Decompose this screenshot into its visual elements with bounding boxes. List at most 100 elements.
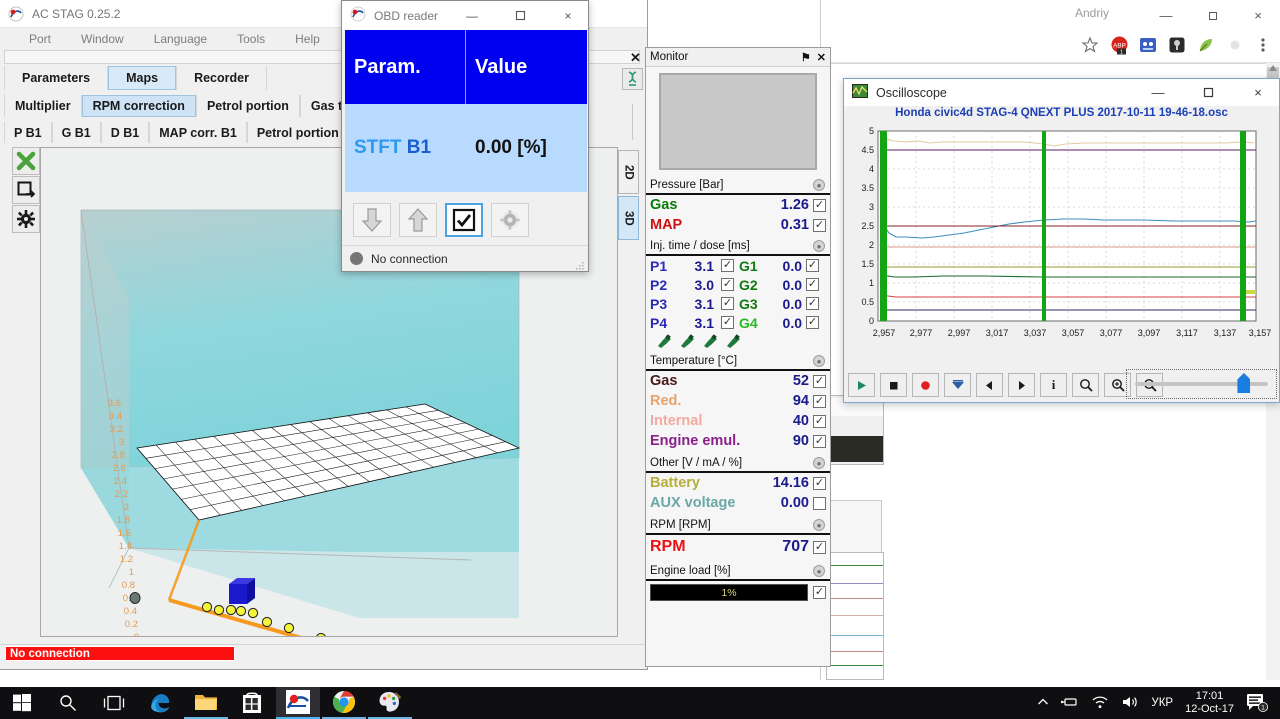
- tab-3d-view[interactable]: 3D: [618, 196, 639, 240]
- petrol-checkbox[interactable]: ✓: [721, 297, 734, 310]
- row-battery[interactable]: Battery 14.16 ✓: [646, 473, 830, 493]
- selected-cell-cursor[interactable]: [229, 578, 255, 604]
- oscilloscope-close-button[interactable]: ×: [1237, 79, 1279, 106]
- row-checkbox[interactable]: ✓: [813, 374, 826, 388]
- obd-confirm-button[interactable]: [445, 202, 483, 237]
- select-area-icon[interactable]: [12, 176, 40, 204]
- oscilloscope-minimize-button[interactable]: —: [1137, 79, 1179, 106]
- step-back-button[interactable]: [976, 373, 1003, 397]
- menu-port[interactable]: Port: [14, 30, 66, 48]
- tab-petrol-portion[interactable]: Petrol portion: [195, 95, 300, 117]
- bell-icon[interactable]: ●: [813, 355, 825, 367]
- inj-row-4[interactable]: P4 3.1 ✓ G4 0.0 ✓: [650, 313, 826, 332]
- show-hidden-icons-button[interactable]: [1037, 696, 1049, 710]
- row-checkbox[interactable]: ✓: [813, 218, 826, 232]
- engine-load-checkbox[interactable]: ✓: [813, 586, 826, 599]
- dna-icon[interactable]: [622, 68, 643, 90]
- tab-multiplier[interactable]: Multiplier: [4, 95, 82, 117]
- wifi-icon[interactable]: [1091, 695, 1109, 712]
- row-aux-voltage[interactable]: AUX voltage 0.00: [646, 493, 830, 513]
- obd-reader-dialog[interactable]: OBD reader — × Param. Value STFT B1 0.00…: [341, 0, 589, 272]
- cursor-band-left[interactable]: [880, 131, 887, 321]
- explorer-button[interactable]: [184, 687, 228, 719]
- map-tool-column[interactable]: [12, 147, 40, 234]
- translate-extension-icon[interactable]: [1139, 36, 1159, 56]
- slider-track[interactable]: [1135, 373, 1268, 393]
- edge-button[interactable]: [138, 687, 182, 719]
- obd-settings-button[interactable]: [491, 202, 529, 237]
- row-checkbox[interactable]: ✓: [813, 414, 826, 428]
- view-mode-tabs[interactable]: 2D 3D: [618, 150, 640, 242]
- pin-icon[interactable]: ⚑: [801, 51, 811, 64]
- inj-row-2[interactable]: P2 3.0 ✓ G2 0.0 ✓: [650, 275, 826, 294]
- paint-button[interactable]: [368, 687, 412, 719]
- volume-icon[interactable]: [1121, 695, 1139, 712]
- menu-language[interactable]: Language: [139, 30, 222, 48]
- save-down-button[interactable]: [944, 373, 971, 397]
- obd-maximize-button[interactable]: [500, 1, 540, 30]
- tab-map-corr-b1[interactable]: MAP corr. B1: [149, 122, 247, 143]
- oscilloscope-chart[interactable]: 5 4.5 4 3.5 3 2.5 2 1.5 1 0.5 0 2,957 2,…: [844, 125, 1279, 347]
- resize-grip-icon[interactable]: [576, 260, 585, 270]
- chrome-minimize-button[interactable]: —: [1143, 0, 1189, 30]
- windows-taskbar[interactable]: УКР 17:01 12-Oct-17 1: [0, 687, 1280, 719]
- search-button[interactable]: [46, 687, 90, 719]
- menu-window[interactable]: Window: [66, 30, 139, 48]
- chrome-menu-icon[interactable]: [1255, 36, 1275, 56]
- obd-download-button[interactable]: [353, 202, 391, 237]
- menu-tools[interactable]: Tools: [222, 30, 280, 48]
- bell-icon[interactable]: ●: [813, 179, 825, 191]
- row-reducer-temp[interactable]: Red. 94 ✓: [646, 391, 830, 411]
- chrome-titlebar[interactable]: Andriy — ×: [821, 0, 1280, 30]
- monitor-panel[interactable]: Monitor ⚑ ✕ Pressure [Bar] ● Gas 1.26 ✓ …: [645, 47, 831, 667]
- stop-button[interactable]: [880, 373, 907, 397]
- row-checkbox[interactable]: [813, 496, 826, 510]
- tab-rpm-correction[interactable]: RPM correction: [81, 95, 196, 117]
- leaf-extension-icon[interactable]: [1197, 36, 1217, 56]
- chrome-maximize-button[interactable]: [1189, 0, 1235, 30]
- inj-row-3[interactable]: P3 3.1 ✓ G3 0.0 ✓: [650, 294, 826, 313]
- oscilloscope-window[interactable]: Oscilloscope — × Honda civic4d STAG-4 QN…: [843, 78, 1280, 403]
- row-gas-temp[interactable]: Gas 52 ✓: [646, 371, 830, 391]
- clock[interactable]: 17:01 12-Oct-17: [1185, 690, 1234, 716]
- zoom-button[interactable]: [1072, 373, 1099, 397]
- bookmark-star-icon[interactable]: [1081, 36, 1101, 56]
- gas-checkbox[interactable]: ✓: [806, 278, 819, 291]
- background-window-chart[interactable]: [826, 552, 884, 680]
- menu-help[interactable]: Help: [280, 30, 335, 48]
- oscilloscope-maximize-button[interactable]: [1187, 79, 1229, 106]
- row-map-pressure[interactable]: MAP 0.31 ✓: [646, 215, 830, 235]
- obd-upload-button[interactable]: [399, 202, 437, 237]
- bell-icon[interactable]: ●: [813, 240, 825, 252]
- monitor-header[interactable]: Monitor ⚑ ✕: [646, 48, 830, 67]
- system-tray[interactable]: УКР 17:01 12-Oct-17 1: [1037, 687, 1280, 719]
- tab-parameters[interactable]: Parameters: [4, 66, 109, 90]
- key-extension-icon[interactable]: [1168, 36, 1188, 56]
- obd-button-row[interactable]: [345, 194, 587, 245]
- step-forward-button[interactable]: [1008, 373, 1035, 397]
- row-checkbox[interactable]: ✓: [813, 198, 826, 212]
- tab-maps[interactable]: Maps: [108, 66, 177, 90]
- row-gas-pressure[interactable]: Gas 1.26 ✓: [646, 195, 830, 215]
- row-checkbox[interactable]: ✓: [813, 434, 826, 448]
- cursor-band-right[interactable]: [1240, 131, 1246, 321]
- chrome-button[interactable]: [322, 687, 366, 719]
- petrol-checkbox[interactable]: ✓: [721, 259, 734, 272]
- injector-grid[interactable]: P1 3.1 ✓ G1 0.0 ✓ P2 3.0 ✓ G2 0.0 ✓ P3 3…: [646, 256, 830, 349]
- chrome-close-button[interactable]: ×: [1235, 0, 1280, 30]
- oscilloscope-scroll-slider[interactable]: [1126, 369, 1277, 399]
- delete-point-icon[interactable]: [12, 147, 40, 175]
- store-button[interactable]: [230, 687, 274, 719]
- obd-close-button[interactable]: ×: [548, 1, 588, 30]
- panel-close-icon[interactable]: ✕: [630, 50, 641, 66]
- obd-minimize-button[interactable]: —: [452, 1, 492, 30]
- tab-p-b1[interactable]: P B1: [4, 122, 52, 143]
- gas-checkbox[interactable]: ✓: [806, 297, 819, 310]
- abp-icon[interactable]: ABP 1: [1110, 36, 1130, 56]
- record-button[interactable]: [912, 373, 939, 397]
- oscilloscope-titlebar[interactable]: Oscilloscope — ×: [844, 79, 1279, 106]
- tab-recorder[interactable]: Recorder: [176, 66, 267, 90]
- bell-icon[interactable]: ●: [813, 457, 825, 469]
- obd-titlebar[interactable]: OBD reader — ×: [342, 1, 588, 30]
- background-window-media[interactable]: [828, 395, 884, 465]
